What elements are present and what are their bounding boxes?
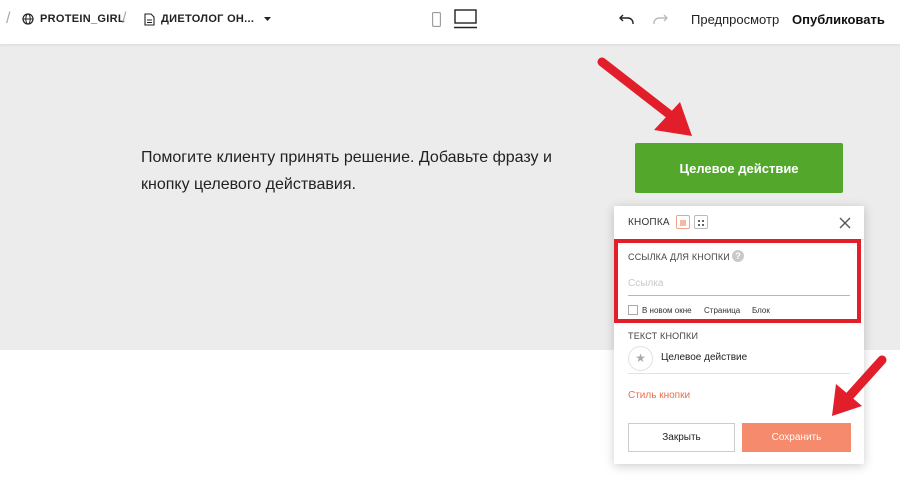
page-name: ДИЕТОЛОГ ОН...: [161, 13, 255, 25]
popup-header: КНОПКА: [614, 206, 864, 240]
block-text-line2: кнопку целевого действавия.: [141, 176, 356, 193]
breadcrumb-separator: /: [122, 10, 127, 27]
close-icon[interactable]: [838, 216, 852, 230]
publish-label: Опубликовать: [792, 11, 885, 27]
preview-button[interactable]: Предпросмотр: [691, 0, 779, 38]
close-button[interactable]: Закрыть: [628, 423, 735, 452]
mobile-view-icon: [432, 11, 441, 27]
desktop-view-icon: [454, 9, 477, 29]
site-name: PROTEIN_GIRL: [40, 13, 125, 25]
arrow-annotation-top: [597, 57, 692, 136]
redo-button[interactable]: [653, 0, 668, 38]
undo-button[interactable]: [619, 0, 634, 38]
popup-title: КНОПКА: [628, 217, 670, 228]
save-button[interactable]: Сохранить: [742, 423, 851, 452]
redo-icon: [653, 14, 668, 25]
site-selector[interactable]: PROTEIN_GIRL: [22, 0, 125, 38]
page-doc-icon: [144, 12, 155, 26]
undo-icon: [619, 14, 634, 25]
mobile-view-button[interactable]: [432, 0, 441, 38]
editor-toolbar: / PROTEIN_GIRL / ДИЕТОЛОГ ОН... Предпрос…: [0, 0, 900, 44]
button-text-label: ТЕКСТ КНОПКИ: [628, 331, 699, 341]
block-text-line1: Помогите клиенту принять решение. Добавь…: [141, 149, 552, 166]
preview-label: Предпросмотр: [691, 11, 780, 27]
globe-icon: [22, 13, 34, 25]
arrow-annotation-bottom: [832, 355, 887, 416]
breadcrumb-separator: /: [6, 10, 11, 27]
breadcrumb-separator-2: /: [122, 0, 126, 38]
button-text-value[interactable]: Целевое действие: [661, 352, 747, 363]
desktop-view-button[interactable]: [454, 0, 477, 38]
dropdown-caret-icon[interactable]: [264, 17, 272, 21]
block-description: Помогите клиенту принять решение. Добавь…: [141, 144, 581, 198]
highlight-box-annotation: [614, 239, 861, 323]
button-text-underline: [628, 373, 850, 374]
page-selector[interactable]: ДИЕТОЛОГ ОН...: [144, 0, 272, 38]
button-style-link[interactable]: Стиль кнопки: [628, 390, 690, 401]
publish-button[interactable]: Опубликовать: [792, 0, 885, 38]
cta-button[interactable]: Целевое действие: [635, 143, 843, 193]
star-icon[interactable]: ★: [628, 346, 653, 371]
breadcrumb: /: [6, 0, 10, 38]
grid-view-icon[interactable]: [694, 215, 708, 229]
list-view-icon[interactable]: [676, 215, 690, 229]
